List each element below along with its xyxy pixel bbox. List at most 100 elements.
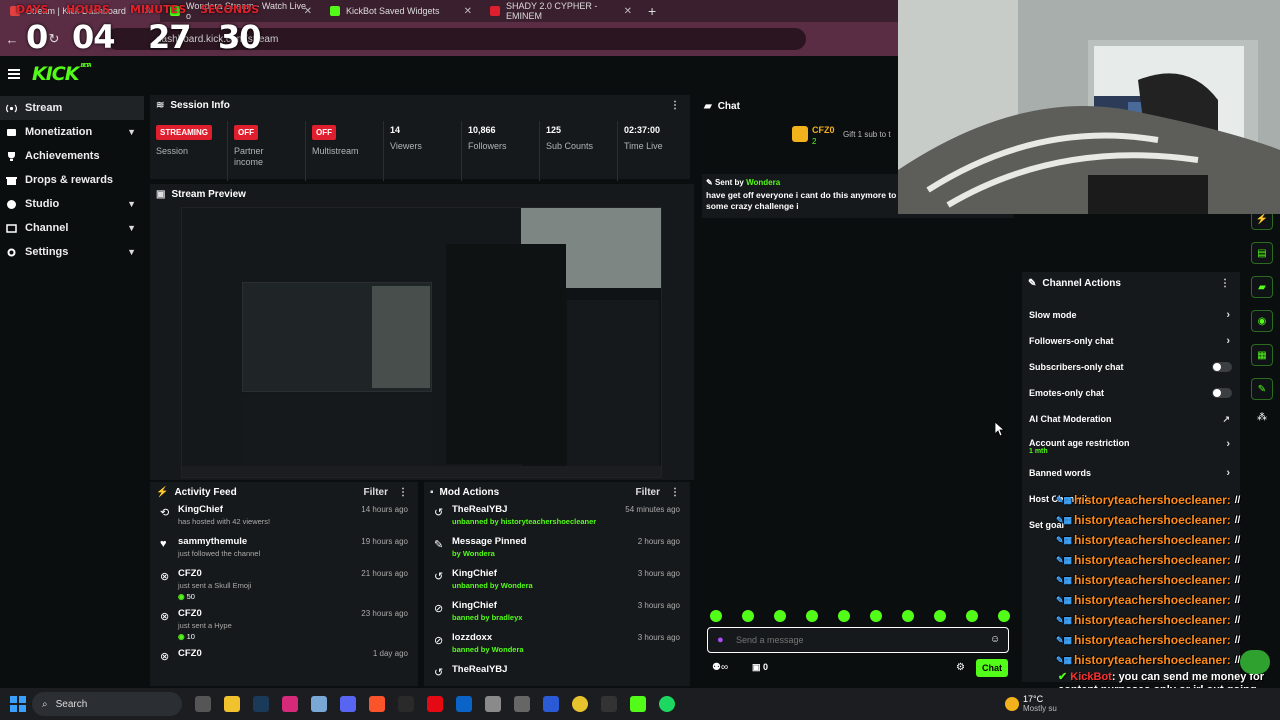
slow-mode-item[interactable]: Slow mode › — [1022, 302, 1240, 328]
chevron-right-icon: › — [1226, 309, 1230, 321]
mod-badge-icon: ✎▦ — [1056, 594, 1073, 605]
account-age-item[interactable]: Account age restriction 1 mth › — [1022, 432, 1240, 460]
gifter-name: CFZ0 — [812, 125, 835, 135]
chat-username: historyteachershoecleaner: — [1074, 593, 1231, 607]
sidebar-item-channel[interactable]: Channel ▼ — [0, 216, 144, 240]
banned-words-item[interactable]: Banned words › — [1022, 460, 1240, 486]
chat-icon[interactable]: ▰ — [1251, 276, 1273, 298]
bolt-icon: ⚡ — [156, 486, 169, 498]
wrench-icon: ✎ — [1028, 277, 1037, 289]
close-icon[interactable]: ✕ — [304, 6, 312, 17]
more-icon[interactable]: ⋮ — [670, 100, 680, 111]
sidebar-item-stream[interactable]: Stream — [0, 96, 144, 120]
broadcast-icon[interactable]: ◉ — [1251, 310, 1273, 332]
gear-icon[interactable]: ⚙ — [956, 662, 965, 673]
taskview-icon[interactable] — [195, 696, 211, 712]
unban-icon: ↺ — [434, 667, 444, 679]
trophy-icon — [6, 151, 17, 162]
panel-title: Session Info — [170, 99, 230, 111]
emote-icon[interactable] — [870, 610, 882, 622]
list-item: ♥ sammythemule just followed the channel 19… — [160, 536, 408, 558]
app-icon[interactable] — [514, 696, 530, 712]
emote-bar — [710, 610, 1010, 622]
people-icon[interactable]: ⚉∞ — [712, 662, 728, 673]
overlay-chat-row: ✎▦ historyteachershoecleaner:// — [1056, 590, 1280, 610]
emote-icon[interactable] — [934, 610, 946, 622]
kick-app-icon[interactable] — [630, 696, 646, 712]
close-icon[interactable]: ✕ — [624, 6, 632, 17]
emote-icon[interactable] — [710, 610, 722, 622]
stream-preview-video[interactable] — [181, 207, 662, 478]
photos-icon[interactable] — [311, 696, 327, 712]
chat-footer-count: ▣ 0 — [752, 662, 769, 672]
apps-icon[interactable]: ⁂ — [1251, 412, 1273, 423]
ai-moderation-item[interactable]: AI Chat Moderation ↗ — [1022, 406, 1240, 432]
kickbot-favicon — [330, 6, 340, 16]
mic-icon[interactable]: ● — [717, 634, 724, 646]
netflix-icon[interactable] — [427, 696, 443, 712]
more-icon[interactable]: ⋮ — [398, 487, 408, 498]
send-chat-button[interactable]: Chat — [976, 659, 1008, 677]
obs-icon[interactable] — [601, 696, 617, 712]
emotes-only-toggle[interactable] — [1212, 388, 1232, 398]
more-icon[interactable]: ⋮ — [1220, 278, 1230, 289]
sidebar-item-monetization[interactable]: Monetization ▼ — [0, 120, 144, 144]
taskbar: ⌕ Search 17°C Mostly su — [0, 688, 1280, 720]
chevron-down-icon: ▼ — [127, 127, 136, 137]
layout-icon[interactable]: ▦ — [1251, 344, 1273, 366]
emote-icon[interactable] — [902, 610, 914, 622]
channel-icon — [6, 223, 17, 234]
stat-viewers: 14 Viewers — [384, 121, 462, 181]
weather-widget[interactable]: 17°C Mostly su — [1023, 694, 1057, 714]
emote-icon[interactable] — [774, 610, 786, 622]
status-badge: STREAMING — [156, 125, 212, 140]
followers-only-item[interactable]: Followers-only chat › — [1022, 328, 1240, 354]
file-explorer-icon[interactable] — [224, 696, 240, 712]
close-icon[interactable]: ✕ — [464, 6, 472, 17]
emote-icon[interactable] — [742, 610, 754, 622]
overlay-chat-row: ✎▦ historyteachershoecleaner:// — [1056, 550, 1280, 570]
kick-logo[interactable]: KICK BETA — [32, 63, 92, 85]
panel-title: Activity Feed — [174, 486, 237, 498]
chat-username: historyteachershoecleaner: — [1074, 493, 1231, 507]
brave-icon[interactable] — [369, 696, 385, 712]
more-icon[interactable]: ⋮ — [670, 487, 680, 498]
filter-button[interactable]: Filter — [636, 487, 660, 498]
sidebar-item-studio[interactable]: Studio ▼ — [0, 192, 144, 216]
panel-title: Mod Actions — [439, 486, 500, 498]
sidebar-item-achievements[interactable]: Achievements — [0, 144, 144, 168]
subscribers-only-toggle[interactable] — [1212, 362, 1232, 372]
tab-label: KickBot Saved Widgets — [346, 6, 440, 16]
outlook-icon[interactable] — [456, 696, 472, 712]
discord-icon[interactable] — [340, 696, 356, 712]
document-icon[interactable]: ▤ — [1251, 242, 1273, 264]
mod-badge-icon: ✎▦ — [1056, 534, 1073, 545]
wrench-icon[interactable]: ✎ — [1251, 378, 1273, 400]
gift-sub-button[interactable]: Gift 1 sub to t — [843, 130, 891, 139]
emote-icon[interactable] — [838, 610, 850, 622]
windows-start-icon[interactable] — [10, 696, 26, 712]
instagram-icon[interactable] — [282, 696, 298, 712]
activity-feed-panel: ⚡ Activity Feed Filter ⋮ ⟲ KingChief has h… — [150, 482, 418, 686]
emoji-icon[interactable]: ☺ — [990, 634, 1000, 645]
steam-icon[interactable] — [253, 696, 269, 712]
emote-icon[interactable] — [806, 610, 818, 622]
filter-button[interactable]: Filter — [364, 487, 388, 498]
chrome-icon[interactable] — [572, 696, 588, 712]
malwarebytes-icon[interactable] — [543, 696, 559, 712]
menu-icon[interactable] — [8, 67, 20, 81]
chat-input[interactable] — [707, 627, 1009, 653]
sidebar-item-drops[interactable]: Drops & rewards — [0, 168, 144, 192]
settings-icon[interactable] — [485, 696, 501, 712]
sidebar-item-settings[interactable]: Settings ▼ — [0, 240, 144, 264]
money-icon — [6, 127, 17, 138]
chat-username: historyteachershoecleaner: — [1074, 533, 1231, 547]
tab-youtube[interactable]: SHADY 2.0 CYPHER - EMINEM ✕ — [480, 0, 640, 22]
tab-kickbot-widgets[interactable]: KickBot Saved Widgets ✕ — [320, 0, 480, 22]
terminal-icon[interactable] — [398, 696, 414, 712]
taskbar-search[interactable]: ⌕ Search — [32, 692, 182, 716]
emote-icon[interactable] — [998, 610, 1010, 622]
spotify-icon[interactable] — [659, 696, 675, 712]
emote-icon[interactable] — [966, 610, 978, 622]
new-tab-button[interactable]: + — [640, 3, 664, 19]
